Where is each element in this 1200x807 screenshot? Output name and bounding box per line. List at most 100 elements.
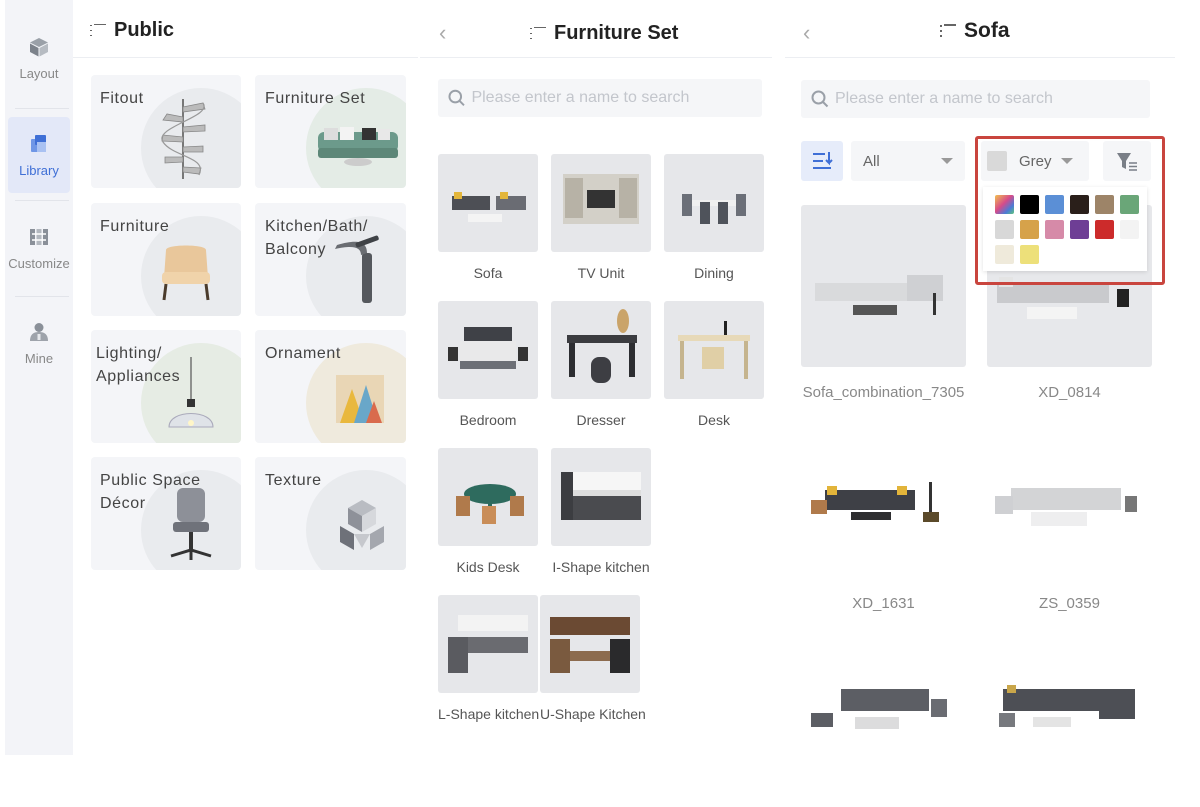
product-card[interactable] (987, 627, 1152, 755)
cube-icon (30, 37, 48, 56)
set-item-label: U-Shape Kitchen (540, 706, 646, 722)
office-chair-icon (170, 488, 212, 560)
rail-label-customize: Customize (8, 255, 70, 271)
category-card-furniture-set[interactable]: Furniture Set (255, 75, 406, 188)
chevron-down-icon (941, 158, 953, 164)
category-card-kitchen-bath[interactable]: Kitchen/Bath/ Balcony (255, 203, 406, 316)
category-label: Furniture Set (265, 90, 366, 107)
set-item-label: Desk (698, 412, 730, 428)
set-item-desk[interactable]: Desk (664, 301, 764, 428)
pendant-lamp-icon (168, 357, 214, 428)
color-swatch[interactable] (1070, 195, 1089, 214)
app-root: Layout Library Customize Mine Public Fit… (0, 0, 1200, 807)
product-name: XD_1631 (852, 595, 915, 612)
public-title: Public (114, 19, 175, 41)
search-field[interactable] (438, 79, 762, 117)
color-swatch[interactable] (995, 245, 1014, 264)
product-card[interactable]: Sofa_combination_7305 (801, 205, 966, 401)
color-swatch[interactable] (1095, 195, 1114, 214)
furniture-set-panel: ‹ Furniture Set Sofa TV Unit Dining Bedr… (420, 0, 772, 755)
color-swatch[interactable] (1120, 195, 1139, 214)
sofa-panel: ‹ Sofa All Grey Sofa_combination_ (785, 0, 1175, 755)
rail-divider (15, 296, 69, 297)
set-item-l-shape-kitchen[interactable]: L-Shape kitchen (438, 595, 540, 722)
color-swatch[interactable] (995, 195, 1014, 214)
rail-item-library[interactable]: Library (8, 117, 70, 193)
search-input[interactable] (835, 90, 1135, 108)
set-item-i-shape-kitchen[interactable]: I-Shape kitchen (551, 448, 651, 575)
color-swatch[interactable] (1020, 220, 1039, 239)
set-item-label: I-Shape kitchen (552, 559, 650, 575)
public-header: Public (73, 0, 418, 58)
set-item-label: Kids Desk (456, 559, 520, 575)
set-item-sofa[interactable]: Sofa (438, 154, 538, 281)
product-name: XD_0814 (1038, 384, 1101, 401)
color-swatch[interactable] (1020, 195, 1039, 214)
page-title: Furniture Set (530, 22, 678, 45)
faucet-icon (335, 235, 379, 303)
search-input[interactable] (471, 89, 762, 107)
category-card-public-space[interactable]: Public Space Décor (91, 457, 241, 570)
back-button[interactable]: ‹ (439, 20, 446, 46)
set-item-label: Sofa (473, 265, 503, 281)
ornament-icon (336, 375, 384, 423)
rail-label-library: Library (19, 162, 59, 178)
rail-item-layout[interactable]: Layout (8, 20, 70, 96)
type-filter-select[interactable]: All (851, 141, 965, 181)
color-swatch[interactable] (1045, 195, 1064, 214)
category-label: Ornament (265, 345, 341, 362)
library-icon (31, 134, 46, 152)
sort-button[interactable] (801, 141, 843, 181)
set-item-dining[interactable]: Dining (664, 154, 764, 281)
set-item-u-shape-kitchen[interactable]: U-Shape Kitchen (540, 595, 646, 722)
color-swatch[interactable] (995, 220, 1014, 239)
color-swatch[interactable] (1045, 220, 1064, 239)
set-item-tv-unit[interactable]: TV Unit (551, 154, 651, 281)
sofa-title: Sofa (964, 19, 1010, 42)
set-item-bedroom[interactable]: Bedroom (438, 301, 538, 428)
rail-item-customize[interactable]: Customize (8, 210, 70, 286)
sofa-header: ‹ Sofa (785, 0, 1175, 58)
product-card[interactable] (801, 627, 966, 755)
rail-label-layout: Layout (19, 65, 59, 81)
set-item-label: Bedroom (459, 412, 517, 428)
furniture-set-header: ‹ Furniture Set (420, 0, 772, 58)
product-card[interactable]: ZS_0359 (987, 416, 1152, 612)
type-filter-value: All (863, 152, 880, 170)
category-card-lighting[interactable]: Lighting/ Appliances (91, 330, 241, 443)
spiral-staircase-icon (161, 99, 206, 179)
search-field[interactable] (801, 80, 1150, 118)
category-card-texture[interactable]: Texture (255, 457, 406, 570)
color-swatch[interactable] (1070, 220, 1089, 239)
rail-label-mine: Mine (24, 350, 54, 366)
back-button[interactable]: ‹ (803, 20, 810, 46)
set-item-label: L-Shape kitchen (438, 706, 540, 722)
color-swatch[interactable] (1020, 245, 1039, 264)
category-card-ornament[interactable]: Ornament (255, 330, 406, 443)
color-swatch[interactable] (1095, 220, 1114, 239)
category-label: Furniture (100, 218, 170, 235)
texture-icon (340, 500, 384, 550)
page-title: Sofa (940, 19, 1010, 43)
product-card[interactable]: XD_1631 (801, 416, 966, 612)
furniture-set-title: Furniture Set (554, 22, 679, 44)
left-rail: Layout Library Customize Mine (5, 0, 73, 755)
set-item-label: TV Unit (577, 265, 625, 281)
rail-divider (15, 108, 69, 109)
color-swatch[interactable] (1120, 220, 1139, 239)
sofa-set-icon (318, 127, 398, 166)
product-name: ZS_0359 (1039, 595, 1100, 612)
category-label: Texture (265, 472, 322, 489)
list-icon (530, 26, 546, 41)
set-item-label: Dresser (576, 412, 626, 428)
rail-item-mine[interactable]: Mine (8, 305, 70, 381)
search-icon (448, 89, 465, 106)
color-palette-dropdown (983, 187, 1147, 271)
set-item-dresser[interactable]: Dresser (551, 301, 651, 428)
list-icon (90, 23, 106, 38)
set-item-kids-desk[interactable]: Kids Desk (438, 448, 538, 575)
set-item-label: Dining (694, 265, 734, 281)
page-title: Public (90, 19, 174, 42)
category-card-fitout[interactable]: Fitout (91, 75, 241, 188)
category-card-furniture[interactable]: Furniture (91, 203, 241, 316)
